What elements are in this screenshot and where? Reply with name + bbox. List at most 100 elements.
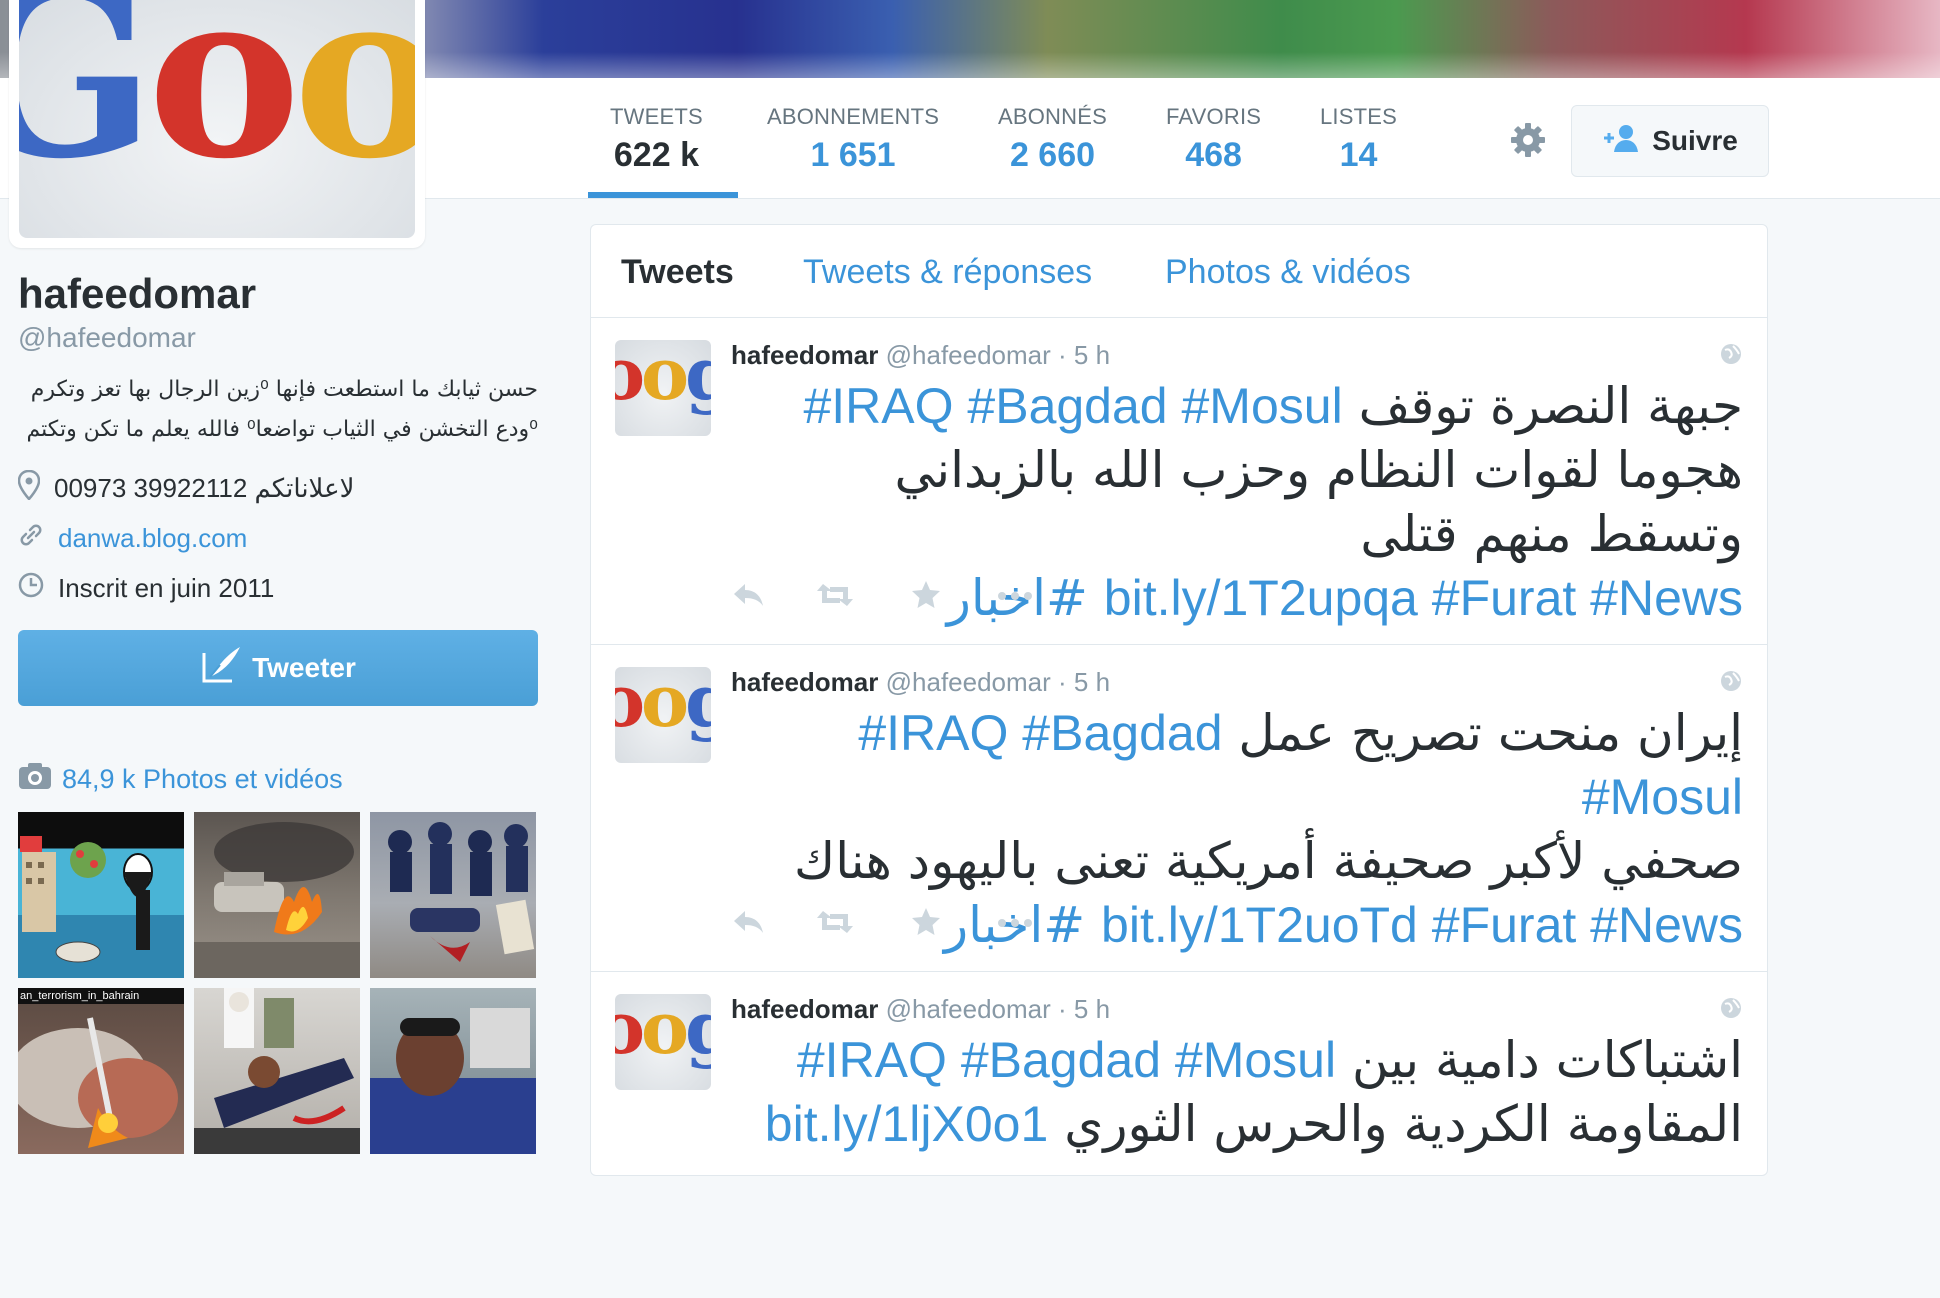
stat-value: 1 651 [810, 136, 896, 174]
profile-name[interactable]: hafeedomar [18, 270, 538, 318]
hashtag-links[interactable]: #IRAQ #Bagdad #Mosul [803, 378, 1342, 434]
tweet-avatar[interactable]: oogle [615, 667, 711, 763]
patient-in-bed-image [370, 1008, 536, 1154]
thumbnail-caption: an_terrorism_in_bahrain [18, 988, 184, 1004]
tweet-arabic-text: جبهة النصرة توقف [1358, 377, 1743, 435]
tab-photos-videos[interactable]: Photos & vidéos [1165, 253, 1411, 292]
photos-label: 84,9 k Photos et vidéos [62, 764, 343, 794]
tweet-item[interactable]: oogle hafeedomar @hafeedomar · 5 h اشتبا… [591, 972, 1767, 1298]
stat-tweets[interactable]: TWEETS 622 k [610, 104, 703, 175]
photo-thumbnail[interactable] [18, 812, 184, 978]
tweet-avatar[interactable]: oogle [615, 340, 711, 436]
stat-label: TWEETS [610, 104, 703, 129]
reply-icon[interactable] [731, 580, 765, 615]
website-link[interactable]: danwa.blog.com [58, 523, 247, 554]
tweet-avatar[interactable]: oogle [615, 994, 711, 1090]
photo-thumbnail[interactable] [370, 812, 536, 978]
globe-icon [1719, 669, 1743, 693]
star-icon[interactable] [911, 580, 941, 615]
gear-icon[interactable] [1508, 120, 1548, 160]
tweet-author-name[interactable]: hafeedomar [731, 994, 878, 1024]
stat-value: 622 k [613, 136, 699, 174]
tweet-header: hafeedomar @hafeedomar · 5 h [731, 994, 1110, 1025]
retweet-icon[interactable] [815, 907, 855, 942]
google-logo-image: oogle [615, 994, 711, 1070]
link-and-hashtags[interactable]: bit.ly/1T2uoTd #Furat #News [1101, 897, 1743, 953]
tweet-timestamp[interactable]: 5 h [1074, 340, 1110, 370]
tweet-text: جبهة النصرة توقف #IRAQ #Bagdad #Mosul هج… [731, 374, 1743, 630]
link-icon [18, 522, 44, 555]
add-user-icon [1602, 123, 1642, 160]
tab-tweets[interactable]: Tweets [621, 253, 734, 292]
photos-videos-link[interactable]: 84,9 k Photos et vidéos [18, 762, 343, 797]
profile-website: danwa.blog.com [18, 518, 538, 558]
timeline: Tweets Tweets & réponses Photos & vidéos… [590, 224, 1768, 1176]
stat-value: 468 [1185, 136, 1242, 174]
profile-location: 00973 39922112 لاعلاناتكم [17, 468, 538, 508]
burning-car-image [194, 822, 360, 978]
bio-line: ⁰ودع التخشن في الثياب تواضعا⁰ فالله يعلم… [26, 417, 538, 442]
tweet-timestamp[interactable]: 5 h [1074, 994, 1110, 1024]
clock-icon [18, 572, 44, 605]
google-logo-image: oogle [615, 667, 711, 743]
profile-bio: حسن ثيابك ما استطعت فإنها ⁰زين الرجال به… [18, 370, 538, 450]
tweet-line: bit.ly/1T2uoTd #Furat #News #اخبار [731, 893, 1743, 957]
photo-thumbnail[interactable] [194, 812, 360, 978]
tweet-line: إيران منحت تصريح عمل #IRAQ #Bagdad #Mosu… [731, 701, 1743, 829]
tweet-arabic-text: المقاومة الكردية والحرس الثوري [1064, 1095, 1743, 1153]
globe-icon [1719, 342, 1743, 366]
tweet-author-handle[interactable]: @hafeedomar [886, 340, 1051, 370]
tweet-arabic-text: اشتباكات دامية بين [1352, 1031, 1743, 1089]
stat-favorites[interactable]: FAVORIS 468 [1166, 104, 1261, 175]
stat-label: ABONNÉS [998, 104, 1107, 129]
tweet-author-name[interactable]: hafeedomar [731, 667, 878, 697]
google-logo-image: Google [19, 0, 415, 210]
tweet-arabic-text: إيران منحت تصريح عمل [1238, 704, 1743, 762]
joined-text: Inscrit en juin 2011 [58, 572, 275, 603]
compose-feather-icon [200, 645, 242, 692]
cartoon-image [20, 836, 153, 963]
more-icon[interactable] [997, 907, 1033, 942]
tweet-author-handle[interactable]: @hafeedomar [886, 667, 1051, 697]
link-and-hashtags[interactable]: bit.ly/1T2upqa #Furat #News [1104, 570, 1743, 626]
avatar-image: Google [19, 0, 415, 238]
tweet-header: hafeedomar @hafeedomar · 5 h [731, 667, 1110, 698]
globe-icon [1719, 996, 1743, 1020]
stat-followers[interactable]: ABONNÉS 2 660 [998, 104, 1107, 175]
profile-handle[interactable]: @hafeedomar [18, 322, 538, 354]
location-pin-icon [17, 469, 41, 507]
tweet-line: صحفي لأكبر صحيفة أمريكية تعنى باليهود هن… [794, 832, 1743, 890]
tweet-line: جبهة النصرة توقف #IRAQ #Bagdad #Mosul [731, 374, 1743, 438]
stat-label: FAVORIS [1166, 104, 1262, 129]
stat-lists[interactable]: LISTES 14 [1320, 104, 1397, 175]
more-icon[interactable] [997, 580, 1033, 615]
tweet-item[interactable]: oogle hafeedomar @hafeedomar · 5 h جبهة … [591, 318, 1767, 645]
retweet-icon[interactable] [815, 580, 855, 615]
tweet-timestamp[interactable]: 5 h [1074, 667, 1110, 697]
injury-photo-image [18, 1017, 178, 1148]
photo-thumbnail[interactable]: an_terrorism_in_bahrain [18, 988, 184, 1154]
stat-following[interactable]: ABONNEMENTS 1 651 [767, 104, 939, 175]
tweet-item[interactable]: oogle hafeedomar @hafeedomar · 5 h إيران… [591, 645, 1767, 972]
tweet-button[interactable]: Tweeter [18, 630, 538, 706]
photo-thumbnail[interactable] [194, 988, 360, 1154]
tweet-text: اشتباكات دامية بين #IRAQ #Bagdad #Mosul … [731, 1028, 1743, 1156]
photo-thumbnail[interactable] [370, 988, 536, 1154]
tweet-author-name[interactable]: hafeedomar [731, 340, 878, 370]
tweet-line: المقاومة الكردية والحرس الثوري bit.ly/1l… [731, 1092, 1743, 1156]
tweet-author-handle[interactable]: @hafeedomar [886, 994, 1051, 1024]
follow-button[interactable]: Suivre [1571, 105, 1769, 177]
star-icon[interactable] [911, 907, 941, 942]
timeline-tabs: Tweets Tweets & réponses Photos & vidéos [591, 225, 1767, 318]
tweet-line: اشتباكات دامية بين #IRAQ #Bagdad #Mosul [731, 1028, 1743, 1092]
separator-dot: · [1058, 667, 1067, 697]
google-logo-image: oogle [615, 340, 711, 416]
reply-icon[interactable] [731, 907, 765, 942]
camera-icon [18, 762, 52, 797]
profile-avatar[interactable]: Google [9, 0, 425, 248]
hashtag-links[interactable]: #IRAQ #Bagdad #Mosul [797, 1032, 1336, 1088]
stat-label: LISTES [1320, 104, 1398, 129]
stat-value: 14 [1339, 136, 1378, 174]
tab-tweets-replies[interactable]: Tweets & réponses [803, 253, 1092, 292]
short-link[interactable]: bit.ly/1ljX0o1 [765, 1096, 1049, 1152]
